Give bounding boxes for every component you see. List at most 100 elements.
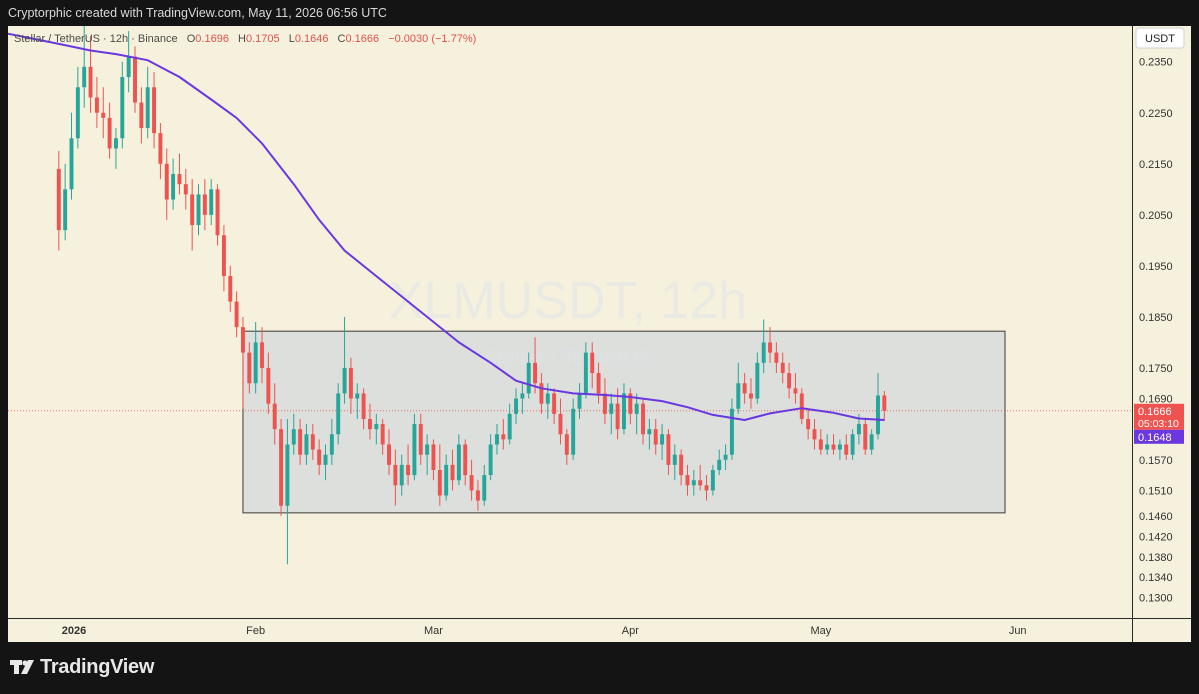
candle-body[interactable] xyxy=(571,408,576,455)
candle-body[interactable] xyxy=(221,235,226,277)
candle-body[interactable] xyxy=(342,367,347,394)
candle-body[interactable] xyxy=(691,480,696,486)
candle-body[interactable] xyxy=(380,424,385,445)
candle-body[interactable] xyxy=(463,444,468,476)
candle-body[interactable] xyxy=(641,403,645,435)
candle-body[interactable] xyxy=(882,395,887,411)
candle-body[interactable] xyxy=(615,403,620,430)
candle-body[interactable] xyxy=(202,194,207,215)
candle-body[interactable] xyxy=(94,97,99,113)
candle-body[interactable] xyxy=(336,393,341,435)
candle-body[interactable] xyxy=(749,393,753,399)
candle-body[interactable] xyxy=(876,395,880,435)
candle-body[interactable] xyxy=(482,475,487,501)
candle-body[interactable] xyxy=(768,342,773,353)
candle-body[interactable] xyxy=(272,403,277,430)
candle-body[interactable] xyxy=(425,444,430,455)
candle-body[interactable] xyxy=(393,464,398,486)
candle-body[interactable] xyxy=(158,133,163,164)
candle-body[interactable] xyxy=(247,352,252,384)
candle-body[interactable] xyxy=(152,87,157,134)
candle-body[interactable] xyxy=(856,424,861,435)
candle-body[interactable] xyxy=(533,362,538,384)
candle-body[interactable] xyxy=(545,393,550,404)
chart-panel[interactable]: XLMUSDT, 12h Stellar / TetherUS Stellar … xyxy=(8,26,1191,642)
candle-body[interactable] xyxy=(266,367,271,404)
candle-body[interactable] xyxy=(133,56,137,103)
tradingview-brand[interactable]: TradingView xyxy=(40,656,154,679)
candle-body[interactable] xyxy=(634,403,639,414)
candle-body[interactable] xyxy=(831,444,836,450)
candle-body[interactable] xyxy=(304,434,309,455)
candle-body[interactable] xyxy=(209,189,214,215)
candle[interactable] xyxy=(279,418,284,516)
candle-body[interactable] xyxy=(101,112,106,118)
candle-body[interactable] xyxy=(761,342,766,363)
candle-body[interactable] xyxy=(564,434,569,455)
candle-body[interactable] xyxy=(456,444,461,481)
candle-body[interactable] xyxy=(539,383,544,404)
candle-body[interactable] xyxy=(850,434,855,455)
candle-body[interactable] xyxy=(215,189,220,236)
candle-body[interactable] xyxy=(818,439,823,450)
currency-button[interactable]: USDT xyxy=(1135,27,1185,49)
candle-body[interactable] xyxy=(418,424,423,455)
candle-body[interactable] xyxy=(825,444,830,450)
candle-body[interactable] xyxy=(228,276,233,302)
candle-body[interactable] xyxy=(552,393,557,414)
candle-body[interactable] xyxy=(164,163,169,200)
candle-body[interactable] xyxy=(660,434,665,445)
candle[interactable] xyxy=(799,388,804,425)
candle-body[interactable] xyxy=(329,434,334,455)
candle-body[interactable] xyxy=(526,362,531,394)
candle-body[interactable] xyxy=(56,168,61,231)
candle-body[interactable] xyxy=(514,398,518,414)
candle-body[interactable] xyxy=(710,470,715,491)
candle-body[interactable] xyxy=(704,485,709,491)
candle-body[interactable] xyxy=(126,56,131,78)
candle-body[interactable] xyxy=(698,480,703,486)
candle-body[interactable] xyxy=(583,352,588,394)
candle-body[interactable] xyxy=(317,449,322,465)
candle-body[interactable] xyxy=(742,383,747,394)
candle-body[interactable] xyxy=(285,444,290,506)
candle-body[interactable] xyxy=(577,393,582,409)
candle-body[interactable] xyxy=(145,87,150,129)
candle-body[interactable] xyxy=(679,454,684,476)
candle-body[interactable] xyxy=(590,352,595,374)
candle-body[interactable] xyxy=(291,429,296,445)
candle-body[interactable] xyxy=(609,403,614,414)
candle-body[interactable] xyxy=(355,393,360,399)
candle-body[interactable] xyxy=(139,102,144,129)
candle-body[interactable] xyxy=(469,475,474,491)
candle-body[interactable] xyxy=(602,393,607,414)
candle-body[interactable] xyxy=(406,464,411,476)
candle-body[interactable] xyxy=(196,194,201,226)
candle-body[interactable] xyxy=(475,490,480,501)
candle-body[interactable] xyxy=(596,373,601,394)
candle-body[interactable] xyxy=(736,383,741,409)
candle-body[interactable] xyxy=(653,429,658,445)
candle-body[interactable] xyxy=(685,475,690,486)
candle-body[interactable] xyxy=(253,342,258,384)
candle-body[interactable] xyxy=(310,434,315,450)
candle-body[interactable] xyxy=(82,66,87,88)
candle-body[interactable] xyxy=(361,393,366,419)
candle-body[interactable] xyxy=(780,362,785,374)
candle-body[interactable] xyxy=(367,418,372,430)
candle-body[interactable] xyxy=(75,87,80,139)
candle-body[interactable] xyxy=(488,444,493,476)
candle-body[interactable] xyxy=(437,470,442,496)
candle-body[interactable] xyxy=(723,454,728,460)
candle-body[interactable] xyxy=(869,434,874,450)
candle-body[interactable] xyxy=(69,138,74,190)
candle-body[interactable] xyxy=(863,424,868,450)
candle-body[interactable] xyxy=(431,444,436,470)
candle-body[interactable] xyxy=(240,327,245,353)
candle-body[interactable] xyxy=(501,434,506,440)
candle-body[interactable] xyxy=(672,454,677,465)
candle-body[interactable] xyxy=(171,174,176,200)
candle-body[interactable] xyxy=(558,413,563,435)
candle-body[interactable] xyxy=(190,194,195,226)
candle-body[interactable] xyxy=(183,184,188,195)
